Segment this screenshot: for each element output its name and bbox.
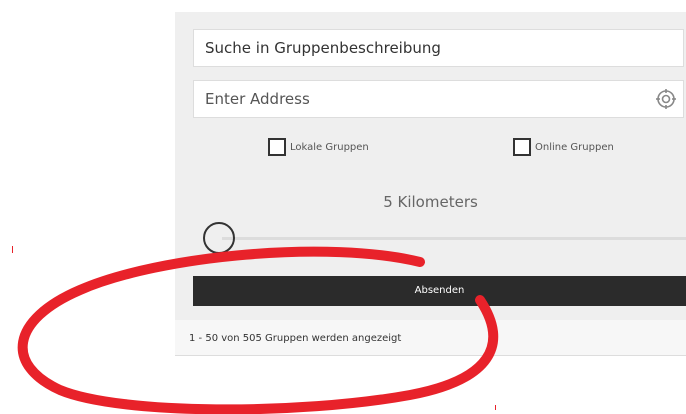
- online-groups-filter[interactable]: Online Gruppen: [513, 138, 614, 156]
- local-groups-filter[interactable]: Lokale Gruppen: [268, 138, 369, 156]
- online-groups-label: Online Gruppen: [535, 141, 614, 153]
- local-groups-checkbox[interactable]: [268, 138, 286, 156]
- online-groups-checkbox[interactable]: [513, 138, 531, 156]
- distance-slider-handle[interactable]: [203, 222, 235, 254]
- distance-slider-track[interactable]: [222, 237, 686, 240]
- distance-label: 5 Kilometers: [383, 193, 478, 211]
- crosshair-locate-icon[interactable]: [655, 88, 677, 110]
- red-marker: [495, 405, 496, 410]
- results-count-text: 1 - 50 von 505 Gruppen werden angezeigt: [189, 333, 402, 344]
- group-search-input[interactable]: Suche in Gruppenbeschreibung: [193, 29, 684, 67]
- local-groups-label: Lokale Gruppen: [290, 141, 369, 153]
- address-input[interactable]: Enter Address: [193, 80, 684, 118]
- submit-button[interactable]: Absenden: [193, 276, 686, 306]
- address-placeholder: Enter Address: [205, 90, 310, 108]
- red-marker: [12, 246, 13, 253]
